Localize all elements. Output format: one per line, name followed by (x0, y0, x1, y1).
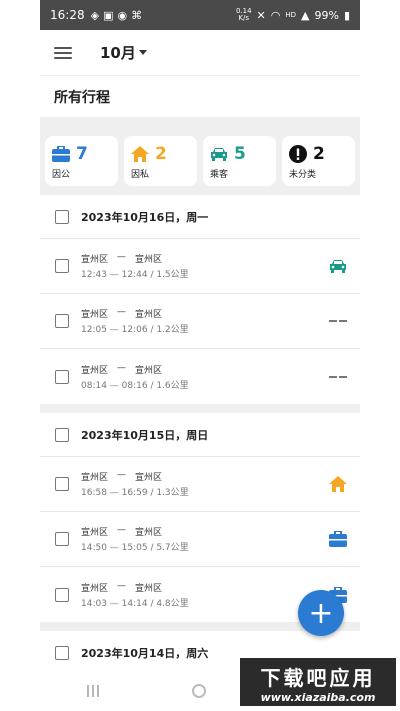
add-trip-button[interactable]: + (298, 590, 344, 636)
status-time: 16:28 (50, 8, 85, 22)
category-count: 5 (234, 144, 246, 164)
watermark-url: www.xiazaiba.com (260, 691, 376, 704)
caret-down-icon (138, 50, 147, 55)
day-checkbox[interactable] (55, 645, 69, 660)
category-count: 2 (155, 144, 167, 164)
trip-route: 宣州区 — 宣州区 (81, 252, 163, 265)
category-label: 因私 (131, 170, 150, 180)
home-icon (131, 146, 149, 162)
trip-checkbox[interactable] (55, 532, 69, 546)
battery-text: 99% (314, 8, 339, 22)
briefcase-icon (52, 146, 70, 162)
category-count: 7 (76, 144, 88, 164)
battery-icon: ▮ (343, 8, 350, 22)
category-card-private[interactable]: 2 因私 (124, 136, 197, 186)
month-selector[interactable]: 10月 (100, 42, 147, 63)
plus-icon: + (308, 595, 334, 631)
trip-row[interactable]: 宣州区 — 宣州区 16:58 — 16:59 / 1.3公里 (40, 457, 360, 512)
day-date: 2023年10月15日，周日 (81, 428, 209, 442)
wifi-icon: ◠ (270, 8, 281, 22)
day-header: 2023年10月15日，周日 (40, 413, 360, 457)
mute-icon: ✕ (256, 8, 266, 22)
unclassified-dash-icon[interactable] (329, 375, 347, 378)
category-label: 因公 (52, 170, 71, 180)
signal-icon: ▲ (301, 8, 310, 22)
home-icon[interactable] (329, 476, 347, 492)
trip-route: 宣州区 — 宣州区 (81, 307, 163, 320)
trip-meta: 12:05 — 12:06 / 1.2公里 (81, 325, 189, 335)
recent-apps-button[interactable] (86, 685, 99, 697)
month-label: 10月 (100, 44, 136, 62)
car-icon[interactable] (329, 259, 347, 273)
trip-meta: 08:14 — 08:16 / 1.6公里 (81, 380, 189, 391)
unclassified-dash-icon[interactable] (329, 320, 347, 322)
home-button[interactable] (191, 684, 206, 698)
trip-meta: 16:58 — 16:59 / 1.3公里 (81, 488, 189, 498)
trip-route: 宣州区 — 宣州区 (81, 362, 163, 376)
category-label: 未分类 (289, 170, 317, 180)
category-card-passenger[interactable]: 5 乘客 (203, 136, 276, 186)
gallery-icon: ▣ (103, 8, 114, 22)
trip-checkbox[interactable] (55, 314, 69, 328)
trip-route: 宣州区 — 宣州区 (81, 470, 163, 483)
category-count: 2 (313, 144, 325, 164)
trip-route: 宣州区 — 宣州区 (81, 580, 163, 594)
day-header: 2023年10月16日，周一 (40, 195, 360, 239)
nfc-icon: ⌘ (131, 8, 143, 22)
hd-label: HD (285, 11, 297, 19)
trip-row[interactable]: 宣州区 — 宣州区 12:05 — 12:06 / 1.2公里 (40, 294, 360, 349)
app-bar: 10月 (40, 30, 360, 76)
day-divider (40, 404, 360, 413)
category-summary: 7 因公 2 因私 5 乘客 2 未分类 (40, 118, 360, 195)
phone-screen: 16:28 ◈ ▣ ◉ ⌘ 0.14 K/s ✕ ◠ HD ▲ 99% ▮ 10… (40, 0, 360, 711)
trip-checkbox[interactable] (55, 477, 69, 491)
notification-icons: ◈ ▣ ◉ ⌘ (91, 9, 142, 22)
trip-meta: 14:50 — 15:05 / 5.7公里 (81, 543, 189, 553)
trip-checkbox[interactable] (55, 587, 69, 602)
app-badge-icon: ◉ (117, 8, 128, 22)
category-card-unclassified[interactable]: 2 未分类 (282, 136, 355, 186)
watermark-logo: 下载吧应用 www.xiazaiba.com (238, 656, 398, 708)
trip-meta: 12:43 — 12:44 / 1.5公里 (81, 270, 189, 280)
trip-row[interactable]: 宣州区 — 宣州区 14:50 — 15:05 / 5.7公里 (40, 512, 360, 567)
trip-route: 宣州区 — 宣州区 (81, 525, 163, 538)
day-checkbox[interactable] (55, 427, 69, 442)
category-label: 乘客 (210, 170, 229, 180)
notification-app-icon: ◈ (90, 8, 100, 22)
status-right: 0.14 K/s ✕ ◠ HD ▲ 99% ▮ (236, 8, 350, 22)
briefcase-icon[interactable] (329, 531, 347, 547)
day-checkbox[interactable] (55, 209, 69, 224)
car-icon (211, 148, 227, 161)
exclamation-icon (289, 145, 307, 163)
trip-checkbox[interactable] (55, 369, 69, 384)
menu-icon[interactable] (54, 46, 72, 59)
trip-row[interactable]: 宣州区 — 宣州区 08:14 — 08:16 / 1.6公里 (40, 349, 360, 404)
trip-meta: 14:03 — 14:14 / 4.8公里 (81, 598, 189, 609)
network-speed: 0.14 K/s (235, 7, 252, 22)
trip-checkbox[interactable] (55, 259, 69, 273)
status-bar: 16:28 ◈ ▣ ◉ ⌘ 0.14 K/s ✕ ◠ HD ▲ 99% ▮ (40, 0, 360, 30)
watermark-title: 下载吧应用 (260, 666, 376, 690)
category-card-business[interactable]: 7 因公 (45, 136, 118, 186)
trip-row[interactable]: 宣州区 — 宣州区 12:43 — 12:44 / 1.5公里 (40, 239, 360, 294)
page-title: 所有行程 (40, 76, 360, 118)
day-date: 2023年10月14日，周六 (81, 646, 209, 660)
day-date: 2023年10月16日，周一 (81, 210, 209, 224)
